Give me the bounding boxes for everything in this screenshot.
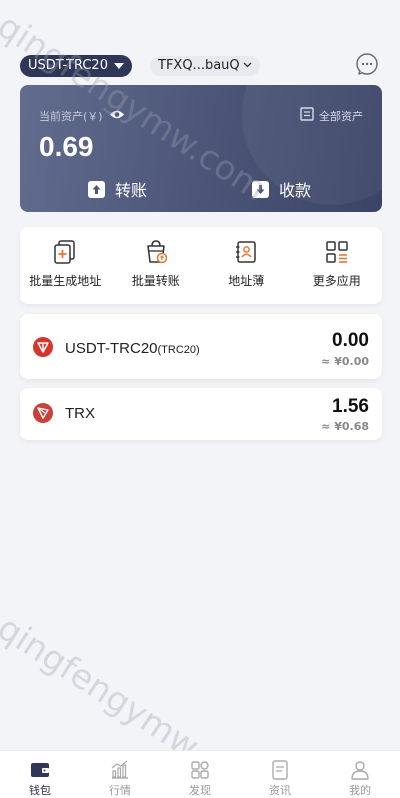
batch-transfer-button[interactable]: 批量转账 — [111, 227, 202, 304]
message-icon[interactable] — [355, 52, 379, 76]
tab-news[interactable]: 资讯 — [240, 751, 320, 798]
tab-label: 钱包 — [29, 784, 51, 797]
tron-token-icon — [33, 337, 53, 357]
asset-label-text: 当前资产(￥) — [39, 110, 103, 123]
bottom-tab-bar: 钱包 行情 发现 资讯 我的 — [0, 750, 400, 798]
tab-wallet[interactable]: 钱包 — [0, 751, 80, 798]
token-name-main: USDT-TRC20 — [65, 340, 158, 357]
tab-label: 发现 — [189, 784, 211, 797]
batch-address-label: 批量生成地址 — [29, 274, 102, 288]
address-book-label: 地址薄 — [228, 274, 265, 288]
tab-profile[interactable]: 我的 — [320, 751, 400, 798]
tab-label: 行情 — [109, 784, 131, 797]
chain-selector-label: USDT-TRC20 — [28, 58, 108, 73]
quick-actions-panel: 批量生成地址 批量转账 地址薄 更多应用 — [20, 227, 382, 304]
token-amount: 0.00 — [332, 330, 369, 351]
upload-icon — [88, 180, 105, 198]
tab-market[interactable]: 行情 — [80, 751, 160, 798]
download-icon — [252, 180, 269, 198]
all-assets-link[interactable]: 全部资产 — [300, 107, 363, 124]
batch-address-icon — [52, 239, 78, 265]
address-selector[interactable]: TFXQ...bauQ — [150, 56, 260, 76]
address-book-icon — [233, 239, 259, 265]
all-assets-label: 全部资产 — [319, 109, 363, 123]
receive-button[interactable]: 收款 — [252, 177, 311, 201]
tab-discover[interactable]: 发现 — [160, 751, 240, 798]
token-amount: 1.56 — [332, 396, 369, 417]
transfer-button[interactable]: 转账 — [88, 177, 147, 201]
token-name: USDT-TRC20(TRC20) — [65, 340, 200, 357]
more-apps-button[interactable]: 更多应用 — [292, 227, 383, 304]
batch-transfer-icon — [143, 239, 169, 265]
asset-card: 当前资产(￥) 全部资产 0.69 转账 收款 — [20, 85, 382, 212]
profile-icon — [349, 759, 371, 781]
token-fiat-value: ≈ ¥0.00 — [321, 355, 369, 368]
news-icon — [269, 759, 291, 781]
token-fiat-value: ≈ ¥0.68 — [321, 420, 369, 433]
wallet-icon — [29, 759, 51, 781]
receive-label: 收款 — [279, 181, 312, 200]
chain-selector[interactable]: USDT-TRC20 — [20, 55, 132, 77]
balance-value: 0.69 — [39, 131, 94, 162]
batch-address-button[interactable]: 批量生成地址 — [20, 227, 111, 304]
chevron-down-icon — [243, 56, 252, 76]
caret-down-icon — [113, 63, 124, 69]
token-name-suffix: (TRC20) — [157, 344, 200, 356]
chart-icon — [109, 759, 131, 781]
token-name: TRX — [65, 405, 95, 422]
top-bar: USDT-TRC20 TFXQ...bauQ — [0, 50, 400, 80]
asset-label: 当前资产(￥) — [39, 108, 125, 124]
token-row-usdt[interactable]: USDT-TRC20(TRC20) 0.00 ≈ ¥0.00 — [20, 314, 382, 379]
address-selector-label: TFXQ...bauQ — [158, 58, 240, 73]
tab-label: 资讯 — [269, 784, 291, 797]
token-row-trx[interactable]: TRX 1.56 ≈ ¥0.68 — [20, 388, 382, 440]
more-apps-label: 更多应用 — [312, 274, 361, 288]
transfer-label: 转账 — [115, 181, 148, 200]
more-apps-icon — [324, 239, 350, 265]
trx-icon — [33, 403, 53, 423]
address-book-button[interactable]: 地址薄 — [201, 227, 292, 304]
discover-icon — [189, 759, 211, 781]
batch-transfer-label: 批量转账 — [131, 274, 180, 288]
all-assets-icon — [300, 107, 314, 124]
tab-label: 我的 — [349, 784, 371, 797]
eye-icon[interactable] — [109, 109, 125, 123]
